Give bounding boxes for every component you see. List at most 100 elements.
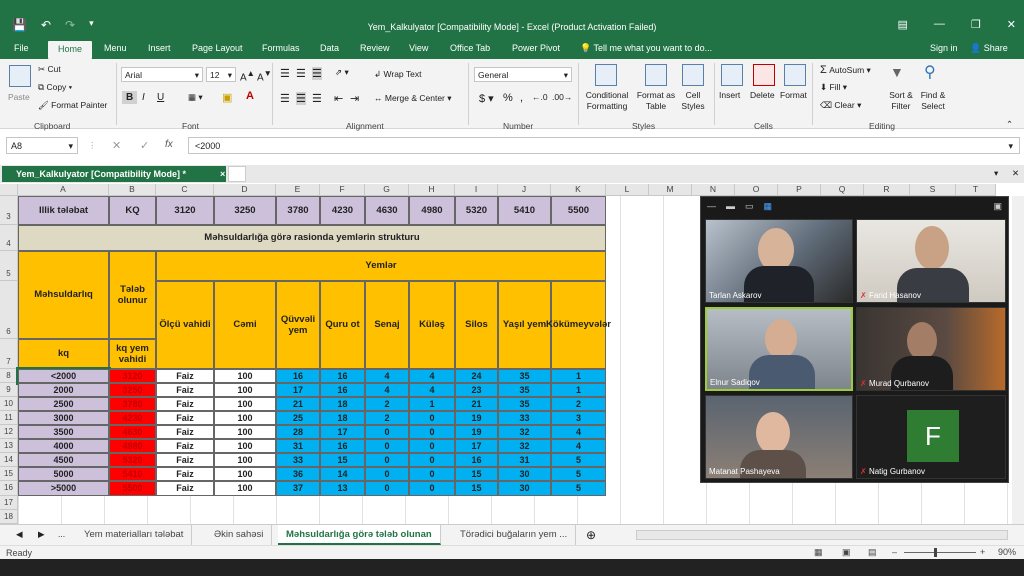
tab-file[interactable]: File <box>14 43 29 53</box>
minimize-icon[interactable]: — <box>934 18 945 31</box>
row-header[interactable]: 6 <box>0 281 18 339</box>
table-cell[interactable]: 0 <box>365 425 409 439</box>
formula-options-icon[interactable]: ⋮ <box>88 140 97 151</box>
fill-button[interactable]: ⬇ Fill ▾ <box>820 82 847 93</box>
decrease-decimal-icon[interactable]: .00→ <box>552 92 572 102</box>
table-cell[interactable]: Faiz <box>156 411 214 425</box>
page-break-view-icon[interactable]: ▤ <box>868 547 877 558</box>
row-header[interactable]: 7 <box>0 339 18 369</box>
table-cell[interactable]: 4 <box>551 439 606 453</box>
table-cell[interactable]: 3000 <box>18 411 109 425</box>
add-sheet-icon[interactable]: ⊕ <box>586 528 596 542</box>
format-button[interactable]: Format <box>780 90 807 100</box>
align-left-icon[interactable]: ☰ <box>280 92 290 105</box>
column-header[interactable]: M <box>649 184 692 196</box>
table-cell[interactable]: 100 <box>214 425 276 439</box>
table-cell[interactable]: 0 <box>365 467 409 481</box>
table-cell[interactable]: 100 <box>214 411 276 425</box>
table-cell[interactable]: 0 <box>409 411 455 425</box>
column-header[interactable]: N <box>692 184 735 196</box>
row-header[interactable]: 17 <box>0 496 18 510</box>
cell[interactable]: 3250 <box>214 196 276 225</box>
paste-icon[interactable] <box>9 65 31 87</box>
table-cell[interactable]: 4 <box>409 369 455 383</box>
formula-input[interactable]: <2000 ▾ <box>188 137 1020 154</box>
format-as-table-button[interactable]: Format as Table <box>634 90 678 112</box>
table-cell[interactable]: 23 <box>455 383 498 397</box>
table-cell[interactable]: 33 <box>498 411 551 425</box>
table-cell[interactable]: 18 <box>320 397 365 411</box>
select-all-corner[interactable] <box>0 184 18 196</box>
header-quvveli-yem[interactable]: Qüvvəli yem <box>276 281 320 369</box>
row-header[interactable]: 13 <box>0 439 18 453</box>
header-senaj[interactable]: Senaj <box>365 281 409 369</box>
clear-button[interactable]: ⌫ Clear ▾ <box>820 100 861 111</box>
tab-list-icon[interactable]: ▾ <box>994 168 998 179</box>
table-cell[interactable]: 33 <box>276 453 320 467</box>
vertical-scrollbar[interactable] <box>1012 196 1024 525</box>
video-tile[interactable]: Tarlan Askarov <box>705 219 853 303</box>
column-header[interactable]: S <box>910 184 956 196</box>
table-cell[interactable]: >5000 <box>18 481 109 496</box>
gallery-view-icon[interactable]: ▦ <box>764 201 773 212</box>
cell[interactable]: 3120 <box>156 196 214 225</box>
column-header[interactable]: G <box>365 184 409 196</box>
table-cell[interactable]: 0 <box>409 481 455 496</box>
column-header[interactable]: Q <box>821 184 864 196</box>
table-cell[interactable]: 2 <box>365 411 409 425</box>
header-quru-ot[interactable]: Quru ot <box>320 281 365 369</box>
column-header[interactable]: I <box>455 184 498 196</box>
table-cell[interactable]: Faiz <box>156 467 214 481</box>
format-painter-button[interactable]: 🖌 Format Painter <box>38 100 107 111</box>
header-kokumeyveler[interactable]: Kökümeyvələr <box>546 281 611 369</box>
row-header[interactable]: 15 <box>0 467 18 481</box>
table-cell[interactable]: 4 <box>365 383 409 397</box>
table-cell[interactable]: 35 <box>498 369 551 383</box>
conditional-formatting-icon[interactable] <box>595 64 617 86</box>
tab-power-pivot[interactable]: Power Pivot <box>512 43 560 53</box>
header-silos[interactable]: Silos <box>455 281 498 369</box>
column-header[interactable]: D <box>214 184 276 196</box>
cell[interactable]: Illik tələbat <box>18 196 109 225</box>
minimize-call-icon[interactable]: — <box>707 201 716 212</box>
table-cell[interactable]: 16 <box>320 383 365 397</box>
cancel-icon[interactable]: ✕ <box>112 139 121 152</box>
table-cell[interactable]: 3 <box>551 411 606 425</box>
video-tile-active-speaker[interactable]: Elnur Sadiqov <box>705 307 853 391</box>
table-cell[interactable]: 4630 <box>109 425 156 439</box>
table-cell[interactable]: Faiz <box>156 481 214 496</box>
column-header[interactable]: K <box>551 184 606 196</box>
table-cell[interactable]: 28 <box>276 425 320 439</box>
table-cell[interactable]: 0 <box>365 453 409 467</box>
table-cell[interactable]: 0 <box>409 439 455 453</box>
table-cell[interactable]: 3500 <box>18 425 109 439</box>
table-cell[interactable]: 16 <box>276 369 320 383</box>
italic-button[interactable]: I <box>142 92 145 103</box>
row-header[interactable]: 16 <box>0 481 18 496</box>
align-center-icon[interactable]: ☰ <box>296 92 306 105</box>
table-cell[interactable]: 31 <box>498 453 551 467</box>
cell[interactable]: 5500 <box>551 196 606 225</box>
number-format-select[interactable]: General ▾ <box>474 67 572 82</box>
table-cell[interactable]: 37 <box>276 481 320 496</box>
row-header[interactable]: 11 <box>0 411 18 425</box>
table-cell[interactable]: 36 <box>276 467 320 481</box>
increase-decimal-icon[interactable]: ←.0 <box>532 92 548 102</box>
table-cell[interactable]: 1 <box>551 383 606 397</box>
grow-font-button[interactable]: A▲ <box>240 68 255 83</box>
delete-button[interactable]: Delete <box>750 90 775 100</box>
table-cell[interactable]: 15 <box>320 453 365 467</box>
header-olcu-vahidi[interactable]: Ölçü vahidi <box>156 281 214 369</box>
name-box[interactable]: A8 ▾ <box>6 137 78 154</box>
font-size-select[interactable]: 12 ▾ <box>206 67 236 82</box>
table-cell[interactable]: 100 <box>214 383 276 397</box>
strip-view-icon[interactable]: ▬ <box>726 201 735 212</box>
shrink-font-button[interactable]: A▼ <box>257 68 272 83</box>
horizontal-scrollbar[interactable] <box>636 530 1008 540</box>
table-cell[interactable]: 31 <box>276 439 320 453</box>
table-cell[interactable]: 2000 <box>18 383 109 397</box>
conditional-formatting-button[interactable]: Conditional Formatting <box>582 90 632 112</box>
table-cell[interactable]: 0 <box>409 453 455 467</box>
table-cell[interactable]: 4 <box>551 425 606 439</box>
row-header[interactable]: 10 <box>0 397 18 411</box>
